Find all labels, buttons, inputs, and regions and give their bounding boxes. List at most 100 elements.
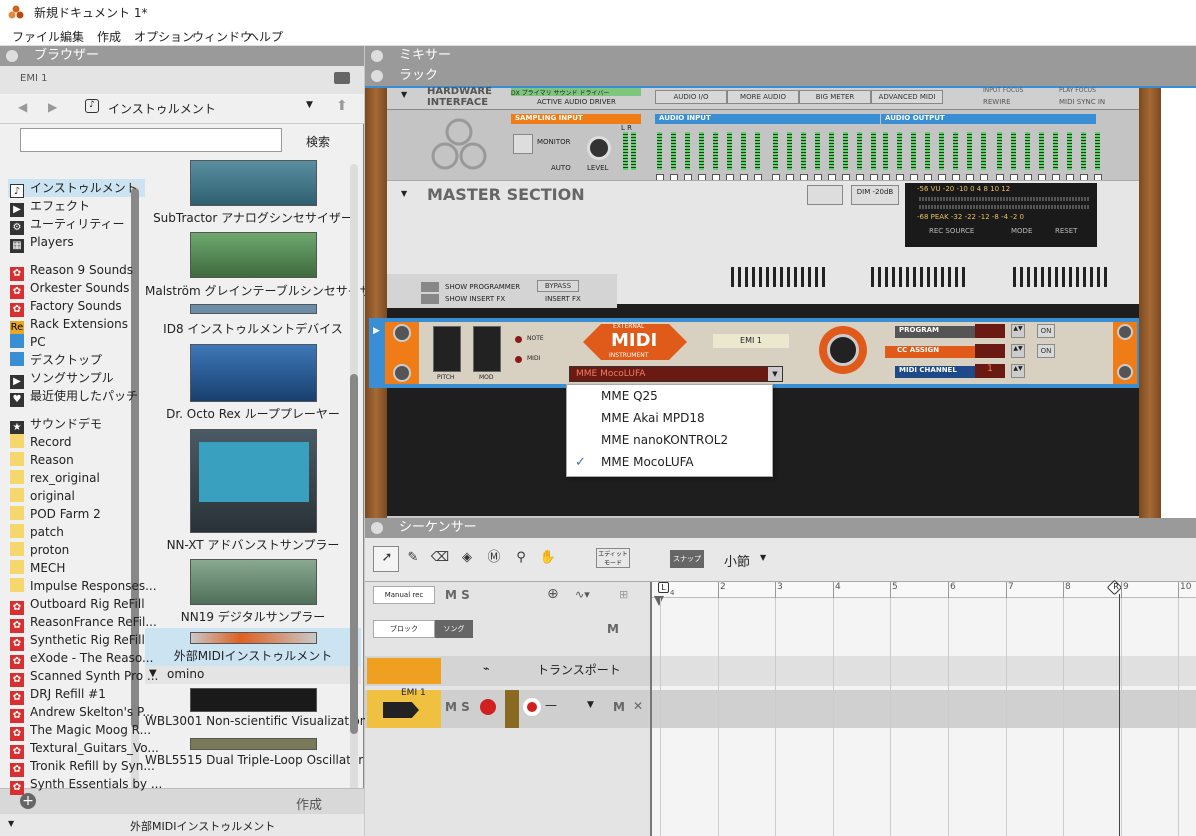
device-label[interactable]: WBL5515 Dual Triple-Loop Oscillator — [145, 753, 363, 767]
dropdown-option[interactable]: MME Akai MPD18 — [601, 411, 705, 425]
category-item[interactable]: ✿ Andrew Skelton's P... — [10, 703, 154, 723]
device-fold[interactable]: ▶ — [371, 320, 383, 386]
menu-create[interactable]: 作成 — [97, 28, 121, 45]
manual-rec-button[interactable]: Manual rec — [373, 586, 435, 604]
search-input[interactable] — [20, 128, 282, 152]
mode-label[interactable]: MODE — [1011, 227, 1032, 235]
category-item[interactable]: ✿ The Magic Moog R... — [10, 721, 151, 741]
show-insert-fx-toggle[interactable] — [421, 294, 439, 304]
ms-buttons[interactable]: M S — [445, 588, 470, 602]
arrow-icon[interactable]: ➚ — [377, 548, 397, 568]
create-button[interactable]: 作成 — [296, 794, 322, 813]
category-item[interactable]: original — [10, 487, 75, 505]
category-item[interactable]: Re Rack Extensions — [10, 315, 128, 335]
nn-xt-thumb[interactable] — [190, 429, 317, 533]
program-stepper[interactable]: ▲▼ — [1011, 324, 1025, 338]
tab-advanced-midi[interactable]: ADVANCED MIDI — [871, 90, 943, 104]
loop-start-marker[interactable]: L — [658, 582, 669, 593]
group-header[interactable]: ▼ omino — [145, 666, 361, 684]
emi-track[interactable]: EMI 1 M S — ▼ M ✕ — [365, 688, 650, 728]
cc-assign-on-button[interactable]: ON — [1037, 344, 1055, 358]
category-item[interactable]: ✿ eXode - The Reaso... — [10, 649, 153, 669]
cc-assign-stepper[interactable]: ▲▼ — [1011, 344, 1025, 358]
dropdown-option[interactable]: MME MocoLUFA — [601, 455, 694, 469]
snap-button[interactable]: スナップ — [670, 550, 704, 568]
tab-big-meter[interactable]: BIG METER — [799, 90, 871, 104]
rack-header[interactable]: ラック — [365, 66, 1196, 86]
block-mode-button[interactable]: ブロック — [373, 620, 435, 638]
program-on-button[interactable]: ON — [1037, 324, 1055, 338]
magnify-icon[interactable]: ⚲ — [511, 548, 531, 568]
dr-octo-rex-thumb[interactable] — [190, 344, 317, 402]
external-midi-thumb[interactable] — [190, 632, 317, 644]
device-label[interactable]: Dr. Octo Rex ループプレーヤー — [145, 405, 361, 422]
category-item[interactable]: ✿ DRJ Refill #1 — [10, 685, 106, 705]
forward-icon[interactable]: ▶ — [48, 100, 57, 114]
transport-track[interactable]: ⌁ トランスポート — [365, 656, 650, 686]
menu-edit[interactable]: 編集 — [60, 28, 84, 45]
device-name-tape[interactable]: EMI 1 — [713, 334, 789, 348]
midi-channel-display[interactable]: 1 — [975, 364, 1005, 378]
speaker-icon[interactable] — [513, 134, 533, 154]
device-scroll-thumb[interactable] — [350, 374, 358, 734]
dropdown-option[interactable]: MME Q25 — [601, 389, 658, 403]
category-item[interactable]: Impulse Responses... — [10, 577, 157, 595]
category-item[interactable]: ✿ Factory Sounds — [10, 297, 122, 317]
track-name[interactable]: EMI 1 — [401, 688, 426, 698]
category-item[interactable]: POD Farm 2 — [10, 505, 101, 523]
category-item[interactable]: ✿ Orkester Sounds — [10, 279, 129, 299]
tab-audio-io[interactable]: AUDIO I/O — [655, 90, 727, 104]
dropdown-option[interactable]: MME nanoKONTROL2 — [601, 433, 728, 447]
bypass-button[interactable]: BYPASS — [537, 280, 579, 292]
midi-port-select[interactable]: MME MocoLUFA ▼ — [569, 366, 783, 382]
menu-help[interactable]: ヘルプ — [247, 28, 283, 45]
category-item[interactable]: ⚙ ユーティリティー — [10, 215, 125, 235]
song-mode-button[interactable]: ソング — [435, 620, 473, 638]
wave-icon[interactable] — [807, 185, 843, 205]
nn19-thumb[interactable] — [190, 559, 317, 605]
category-item[interactable]: ✿ Tronik Refill by Syn... — [10, 757, 155, 777]
category-item[interactable]: ♪ インストゥルメント — [10, 179, 138, 198]
collapse-icon[interactable] — [371, 70, 383, 82]
wbl3001-thumb[interactable] — [190, 688, 317, 712]
id8-thumb[interactable] — [190, 304, 317, 314]
automation-icon[interactable] — [480, 699, 496, 715]
category-item[interactable]: ✿ Synthetic Rig ReFill — [10, 631, 145, 651]
category-item[interactable]: ✿ Outboard Rig ReFill — [10, 595, 145, 615]
wave-icon[interactable]: ∿▾ — [575, 588, 590, 601]
record-enable-icon[interactable] — [523, 698, 541, 716]
playhead-icon[interactable] — [654, 596, 664, 606]
add-track-icon[interactable]: ⊕ — [547, 586, 559, 602]
big-knob[interactable] — [819, 326, 867, 374]
device-label[interactable]: ID8 インストゥルメントデバイス — [145, 320, 361, 337]
category-item[interactable]: ★ サウンドデモ — [10, 415, 102, 435]
category-item[interactable]: PC — [10, 333, 46, 351]
device-label[interactable]: Malström グレインテーブルシンセサイザー — [145, 282, 384, 299]
dim-button[interactable]: DIM -20dB — [851, 185, 899, 205]
device-label[interactable]: WBL3001 Non-scientific Visualization — [145, 714, 367, 728]
category-item[interactable]: ✿ Scanned Synth Pro ... — [10, 667, 158, 687]
close-icon[interactable]: ✕ — [633, 699, 643, 713]
back-icon[interactable]: ◀ — [18, 100, 27, 114]
edit-mode-button[interactable]: エディット モード — [596, 548, 630, 568]
search-button[interactable]: 検索 — [306, 133, 330, 150]
option-rewire[interactable]: REWIRE — [983, 98, 1011, 106]
cc-assign-display[interactable] — [975, 344, 1005, 358]
category-item[interactable]: Record — [10, 433, 71, 451]
midi-channel-stepper[interactable]: ▲▼ — [1011, 364, 1025, 378]
menu-options[interactable]: オプション — [134, 28, 194, 45]
category-item[interactable]: rex_original — [10, 469, 100, 487]
category-item[interactable]: ▶ ソングサンプル — [10, 369, 114, 389]
tab-more-audio[interactable]: MORE AUDIO — [727, 90, 799, 104]
collapse-icon[interactable] — [371, 50, 383, 62]
option-midi-sync-in[interactable]: MIDI SYNC IN — [1059, 98, 1105, 106]
track-ms-buttons[interactable]: M S — [445, 700, 470, 714]
chevron-down-icon[interactable]: ▼ — [306, 100, 313, 110]
driver-display[interactable]: DX プライマリ サウンド ドライバー — [511, 88, 641, 96]
subtractor-thumb[interactable] — [190, 160, 317, 206]
option-play-focus[interactable]: PLAY FOCUS — [1059, 87, 1096, 94]
category-item[interactable]: ✿ Textural_Guitars_Vo... — [10, 739, 159, 759]
device-label[interactable]: SubTractor アナログシンセサイザー — [145, 209, 361, 226]
category-item[interactable]: MECH — [10, 559, 65, 577]
up-icon[interactable]: ⬆ — [336, 98, 348, 114]
